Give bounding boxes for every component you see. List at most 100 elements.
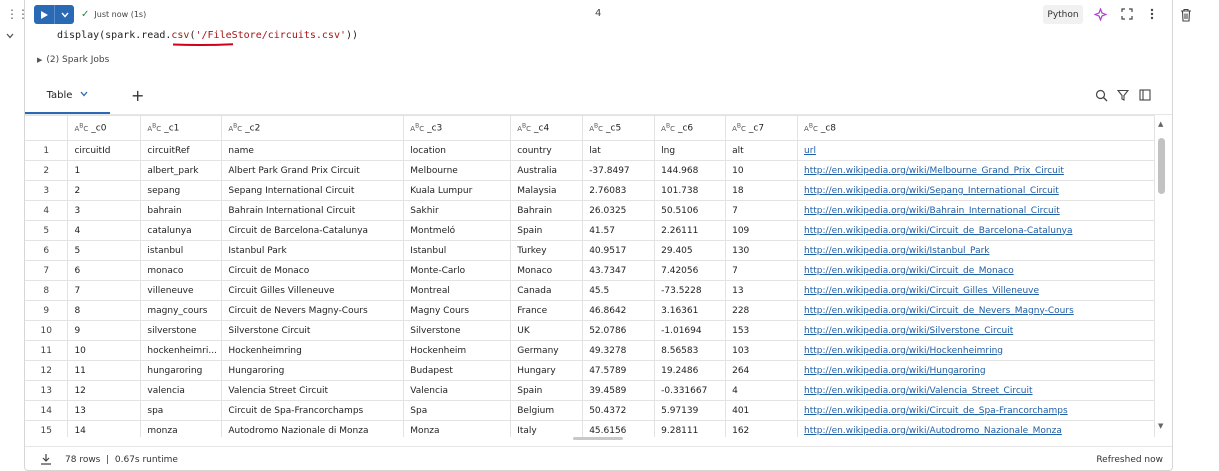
expand-icon[interactable] [1120, 7, 1134, 21]
table-cell-url: http://en.wikipedia.org/wiki/Silverstone… [797, 320, 1155, 341]
table-cell: Turkey [510, 240, 584, 261]
table-cell: spa [140, 400, 223, 421]
table-row[interactable]: 6 5 istanbul Istanbul Park Istanbul Turkey 40.… [25, 240, 1155, 261]
tab-table[interactable]: Table [25, 78, 110, 114]
table-cell: Autodromo Nazionale di Monza [221, 420, 405, 437]
table-cell: 11 [67, 360, 142, 381]
table-cell: Spain [510, 220, 584, 241]
results-table[interactable]: ABC _c0 ABC _c1 ABC _c2 ABC _c3 ABC _c4 ABC _c5 ABC _… [25, 115, 1155, 437]
row-number: 8 [25, 280, 69, 301]
column-header[interactable]: ABC _c0 [67, 115, 142, 141]
column-header[interactable]: ABC _c7 [725, 115, 799, 141]
column-header[interactable]: ABC _c6 [654, 115, 727, 141]
column-header[interactable]: ABC _c3 [403, 115, 512, 141]
assistant-sparkle-icon[interactable] [1093, 7, 1107, 21]
url-link[interactable]: http://en.wikipedia.org/wiki/Circuit_de_… [804, 306, 1074, 316]
url-link[interactable]: http://en.wikipedia.org/wiki/Hockenheimr… [804, 346, 1003, 356]
table-row[interactable]: 11 10 hockenheimri... Hockenheimring Hockenh… [25, 340, 1155, 361]
table-cell: Valencia Street Circuit [221, 380, 405, 401]
url-link[interactable]: http://en.wikipedia.org/wiki/Sepang_Inte… [804, 186, 1059, 196]
table-row[interactable]: 10 9 silverstone Silverstone Circuit Silvers… [25, 320, 1155, 341]
table-cell: 153 [725, 320, 799, 341]
run-options-chevron-icon[interactable] [55, 5, 74, 24]
result-tabs: Table + [25, 78, 1172, 115]
table-row[interactable]: 14 13 spa Circuit de Spa-Francorchamps Spa Be… [25, 400, 1155, 421]
column-header[interactable]: ABC _c8 [797, 115, 1155, 141]
table-cell: Circuit Gilles Villeneuve [221, 280, 405, 301]
table-cell: 264 [725, 360, 799, 381]
table-cell: albert_park [140, 160, 223, 181]
run-status: ✓ Just now (1s) [81, 9, 146, 20]
table-cell-url: http://en.wikipedia.org/wiki/Melbourne_G… [797, 160, 1155, 181]
table-row[interactable]: 13 12 valencia Valencia Street Circuit Valen… [25, 380, 1155, 401]
row-number: 13 [25, 380, 69, 401]
trash-icon[interactable] [1180, 8, 1192, 22]
table-row[interactable]: 8 7 villeneuve Circuit Gilles Villeneuve Mon… [25, 280, 1155, 301]
scroll-down-icon[interactable]: ▼ [1158, 422, 1163, 430]
expand-triangle-icon: ▶ [37, 56, 43, 64]
vertical-scrollbar[interactable]: ▲ ▼ [1156, 120, 1168, 434]
language-selector[interactable]: Python [1043, 5, 1083, 24]
collapse-chevron-icon[interactable] [5, 31, 15, 44]
table-row[interactable]: 15 14 monza Autodromo Nazionale di Monza Mon… [25, 420, 1155, 437]
column-header[interactable]: ABC _c5 [582, 115, 656, 141]
table-cell: Hungaroring [221, 360, 405, 381]
table-cell: Kuala Lumpur [403, 180, 512, 201]
plus-icon[interactable]: + [131, 86, 144, 105]
panel-icon[interactable] [1138, 88, 1152, 102]
url-link[interactable]: url [804, 146, 816, 156]
table-row[interactable]: 4 3 bahrain Bahrain International Circuit Sa… [25, 200, 1155, 221]
table-cell-url: http://en.wikipedia.org/wiki/Valencia_St… [797, 380, 1155, 401]
url-link[interactable]: http://en.wikipedia.org/wiki/Melbourne_G… [804, 166, 1064, 176]
scroll-up-icon[interactable]: ▲ [1158, 120, 1163, 128]
table-cell: France [510, 300, 584, 321]
url-link[interactable]: http://en.wikipedia.org/wiki/Valencia_St… [804, 386, 1032, 396]
column-header[interactable]: ABC _c4 [510, 115, 584, 141]
table-row[interactable]: 9 8 magny_cours Circuit de Nevers Magny-Cou… [25, 300, 1155, 321]
url-link[interactable]: http://en.wikipedia.org/wiki/Bahrain_Int… [804, 206, 1060, 216]
table-cell: Hungary [510, 360, 584, 381]
table-cell: 39.4589 [582, 380, 656, 401]
table-cell: 9.28111 [654, 420, 727, 437]
table-row[interactable]: 5 4 catalunya Circuit de Barcelona-Cataluny… [25, 220, 1155, 241]
more-vertical-icon[interactable] [1145, 7, 1159, 21]
url-link[interactable]: http://en.wikipedia.org/wiki/Circuit_de_… [804, 226, 1072, 236]
table-cell: Magny Cours [403, 300, 512, 321]
url-link[interactable]: http://en.wikipedia.org/wiki/Silverstone… [804, 326, 1013, 336]
table-row[interactable]: 7 6 monaco Circuit de Monaco Monte-Carlo Mona… [25, 260, 1155, 281]
code-editor[interactable]: display(spark.read.csv('/FileStore/circu… [57, 30, 358, 41]
url-link[interactable]: http://en.wikipedia.org/wiki/Circuit_de_… [804, 406, 1068, 416]
table-cell: Sepang International Circuit [221, 180, 405, 201]
table-cell-url: http://en.wikipedia.org/wiki/Circuit_Gil… [797, 280, 1155, 301]
table-cell: 41.57 [582, 220, 656, 241]
url-link[interactable]: http://en.wikipedia.org/wiki/Autodromo_N… [804, 426, 1062, 436]
add-visualization-button[interactable]: + [131, 86, 144, 105]
url-link[interactable]: http://en.wikipedia.org/wiki/Circuit_de_… [804, 266, 1014, 276]
notebook-cell: ✓ Just now (1s) 4 Python display(spark.r… [24, 0, 1173, 471]
play-icon[interactable] [34, 5, 55, 24]
table-row[interactable]: 1 circuitId circuitRef name location country l… [25, 140, 1155, 161]
table-row[interactable]: 2 1 albert_park Albert Park Grand Prix Circ… [25, 160, 1155, 181]
download-icon[interactable] [40, 453, 52, 468]
table-cell: -73.5228 [654, 280, 727, 301]
table-row[interactable]: 12 11 hungaroring Hungaroring Budapest Hungar… [25, 360, 1155, 381]
table-cell: 3 [67, 200, 142, 221]
filter-icon[interactable] [1116, 88, 1130, 102]
url-link[interactable]: http://en.wikipedia.org/wiki/Circuit_Gil… [804, 286, 1039, 296]
horizontal-scroll-thumb[interactable] [573, 437, 623, 440]
table-cell-url: http://en.wikipedia.org/wiki/Hockenheimr… [797, 340, 1155, 361]
table-cell: Spa [403, 400, 512, 421]
scroll-thumb[interactable] [1158, 138, 1165, 194]
url-link[interactable]: http://en.wikipedia.org/wiki/Hungaroring [804, 366, 986, 376]
table-cell: 12 [67, 380, 142, 401]
search-icon[interactable] [1094, 88, 1108, 102]
column-header[interactable]: ABC _c1 [140, 115, 223, 141]
spark-jobs-toggle[interactable]: ▶ (2) Spark Jobs [37, 55, 109, 65]
column-header[interactable]: ABC _c2 [221, 115, 405, 141]
url-link[interactable]: http://en.wikipedia.org/wiki/Istanbul_Pa… [804, 246, 989, 256]
table-row[interactable]: 3 2 sepang Sepang International Circuit Kual… [25, 180, 1155, 201]
table-cell: lat [582, 140, 656, 161]
row-number: 7 [25, 260, 69, 281]
run-cell-button[interactable] [34, 5, 74, 24]
chevron-down-icon[interactable] [80, 90, 88, 100]
